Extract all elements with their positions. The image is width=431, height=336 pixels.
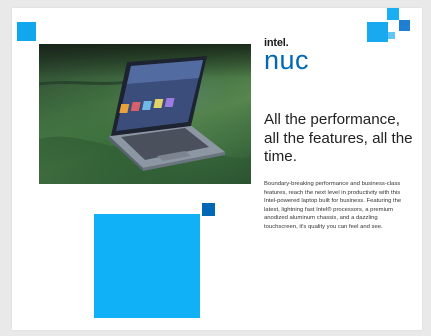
headline: All the performance, all the features, a…	[264, 111, 413, 165]
decorative-square-top-right-a	[387, 8, 399, 20]
decorative-square-top-right-d	[388, 32, 395, 39]
brochure-page: intel. nuc All the performance, all the …	[12, 8, 422, 330]
body-paragraph: Boundary-breaking performance and busine…	[264, 181, 402, 230]
decorative-square-top-right-c	[399, 20, 410, 31]
decorative-square-large-blue	[94, 214, 200, 318]
nuc-wordmark: nuc	[264, 45, 310, 75]
decorative-square-top-left	[17, 22, 36, 41]
laptop-on-sofa-photo	[39, 44, 251, 184]
intel-nuc-logo: intel. nuc	[264, 38, 310, 75]
decorative-square-small-navy	[202, 203, 215, 216]
decorative-square-top-right-b	[367, 22, 388, 42]
laptop-photo	[39, 56, 251, 184]
